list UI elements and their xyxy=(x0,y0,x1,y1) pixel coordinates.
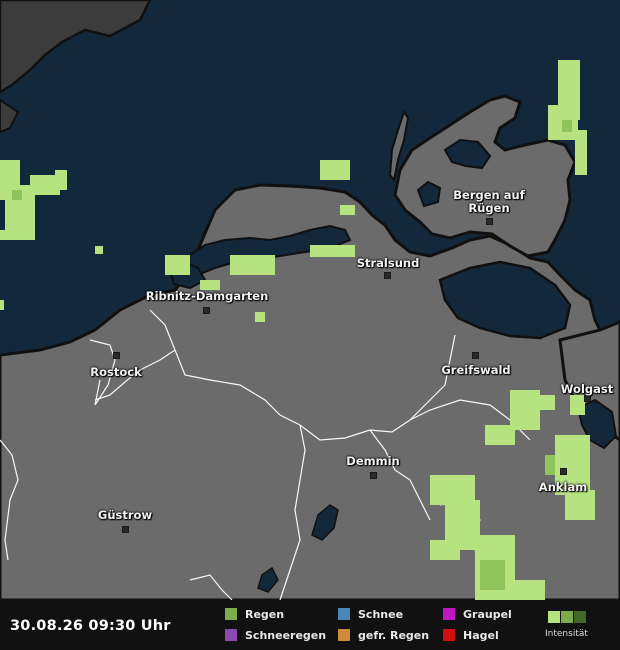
city-dot-ribnitz xyxy=(203,307,210,314)
legend-swatch-hagel xyxy=(443,629,455,641)
legend-item-hagel: Hagel xyxy=(443,629,499,642)
legend-item-schneeregen: Schneeregen xyxy=(225,629,326,642)
city-dot-anklam xyxy=(560,468,567,475)
legend-item-graupel: Graupel xyxy=(443,608,512,621)
legend-swatch-schneeregen xyxy=(225,629,237,641)
city-dot-wolgast xyxy=(584,395,591,402)
city-dot-bergen xyxy=(486,218,493,225)
city-label-wolgast[interactable]: Wolgast xyxy=(561,383,613,396)
city-dot-guestrow xyxy=(122,526,129,533)
intensity-box-heavy xyxy=(574,611,586,623)
radar-timestamp: 30.08.26 09:30 Uhr xyxy=(10,618,171,634)
city-dot-rostock xyxy=(113,352,120,359)
intensity-box-medium xyxy=(561,611,573,623)
city-label-demmin[interactable]: Demmin xyxy=(346,455,399,468)
city-label-rostock[interactable]: Rostock xyxy=(90,366,141,379)
legend-swatch-gefr-regen xyxy=(338,629,350,641)
city-label-greifswald[interactable]: Greifswald xyxy=(441,364,510,377)
intensity-box-light xyxy=(548,611,560,623)
legend-item-gefr-regen: gefr. Regen xyxy=(338,629,429,642)
city-label-anklam[interactable]: Anklam xyxy=(539,481,587,494)
legend-swatch-graupel xyxy=(443,608,455,620)
radar-map[interactable] xyxy=(0,0,620,650)
intensity-scale: Intensität xyxy=(545,611,615,647)
city-label-bergen[interactable]: Bergen auf Rügen xyxy=(453,189,524,215)
city-dot-stralsund xyxy=(384,272,391,279)
intensity-label: Intensität xyxy=(545,629,588,639)
legend-item-regen: Regen xyxy=(225,608,284,621)
legend-bar: 30.08.26 09:30 Uhr Regen Schnee Graupel … xyxy=(0,600,620,650)
city-label-stralsund[interactable]: Stralsund xyxy=(357,257,420,270)
legend-item-schnee: Schnee xyxy=(338,608,403,621)
city-label-guestrow[interactable]: Güstrow xyxy=(98,509,152,522)
city-dot-demmin xyxy=(370,472,377,479)
city-label-ribnitz[interactable]: Ribnitz-Damgarten xyxy=(146,290,269,303)
city-dot-greifswald xyxy=(472,352,479,359)
legend-swatch-regen xyxy=(225,608,237,620)
radar-map-view: Bergen auf Rügen Stralsund Ribnitz-Damga… xyxy=(0,0,620,650)
legend-swatch-schnee xyxy=(338,608,350,620)
